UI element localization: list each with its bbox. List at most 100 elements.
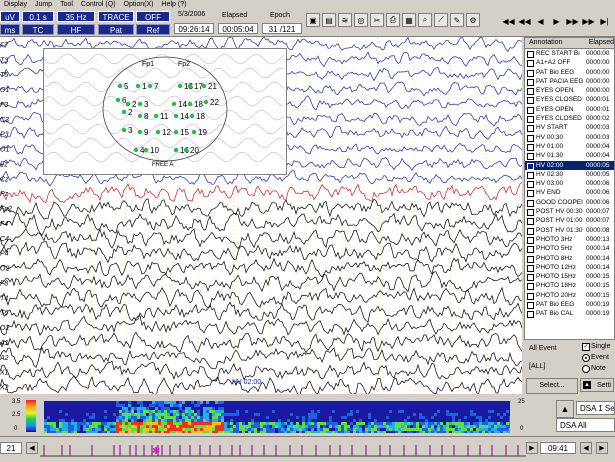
menu-tool[interactable]: Tool [56,0,77,10]
menu-display[interactable]: Display [0,0,31,10]
col-elapsed[interactable]: Elapsed [589,38,614,48]
pat-button[interactable]: Pat [98,24,134,35]
annotation-checkbox[interactable] [527,97,534,105]
annotation-checkbox[interactable] [527,60,534,68]
montage-icon[interactable]: ≋ [338,13,352,27]
ref-button[interactable]: Ref [136,24,170,35]
annotation-row[interactable]: HV 02:30 0000:05 [525,170,614,179]
annotation-row[interactable]: PHOTO 18Hz 0000:15 [525,281,614,291]
annotation-row[interactable]: A1+A2 OFF 0000:00 [525,58,614,68]
annotation-checkbox[interactable] [527,246,534,254]
annotation-checkbox[interactable] [527,302,534,310]
annotation-checkbox[interactable] [527,51,534,58]
hf-filter-box[interactable]: 35 Hz [57,11,95,22]
prev-icon[interactable]: ◀ [534,14,547,28]
timeline-left-icon[interactable]: ◀ [26,442,38,454]
annotation-checkbox[interactable] [527,106,534,114]
menu-jump[interactable]: Jump [31,0,56,10]
annotation-row[interactable]: EYES OPEN 0000:01 [525,105,614,114]
event-radio[interactable] [582,354,590,362]
annotation-row[interactable]: PAT PACIA EEG 0000:00 [525,77,614,86]
annotation-checkbox[interactable] [527,125,534,133]
sensitivity-box[interactable]: uV [0,11,20,22]
annotation-checkbox[interactable] [527,153,534,161]
annotation-row[interactable]: HV END 0000:06 [525,188,614,198]
annotation-checkbox[interactable] [527,218,534,226]
annotation-row[interactable]: HV 02:00 0000:05 [525,160,614,170]
annotation-checkbox[interactable] [527,69,534,77]
grid-icon[interactable]: ▦ [402,13,416,27]
single-checkbox[interactable]: ✓ [582,343,590,351]
timeline-right-icon[interactable]: ▶ [526,442,538,454]
note-radio[interactable] [582,365,590,373]
annotation-checkbox[interactable] [527,311,534,319]
annotation-row[interactable]: EYES OPEN 0000:00 [525,86,614,96]
annotation-checkbox[interactable] [527,236,534,244]
menu-help[interactable]: Help (?) [158,0,191,10]
dsa-up-button[interactable]: ▲ [556,400,574,418]
annotation-checkbox[interactable] [527,181,534,189]
annotation-row[interactable]: POST HV 00:30 0000:07 [525,207,614,217]
forward-icon[interactable]: ▶▶ [566,14,579,28]
annotation-row[interactable]: POST HV 01:30 0000:08 [525,226,614,235]
tc-button[interactable]: TC [22,24,54,35]
annotation-row[interactable]: PHOTO 3Hz 0000:13 [525,235,614,244]
next-icon[interactable]: ▶ [550,14,563,28]
zoom-icon[interactable]: ⌕ [418,13,432,27]
map-icon[interactable]: ◎ [354,13,368,27]
annotation-checkbox[interactable] [527,283,534,291]
annotation-row[interactable]: PHOTO 20Hz 0000:15 [525,291,614,300]
measure-icon[interactable]: ⟋ [434,13,448,27]
annotation-row[interactable]: PHOTO 8Hz 0000:14 [525,254,614,263]
annotation-checkbox[interactable] [527,264,534,272]
annotation-checkbox[interactable] [527,88,534,96]
setting-button[interactable]: ▲ Setti [580,378,614,392]
annotation-checkbox[interactable] [527,292,534,300]
select-button[interactable]: Select... [526,378,578,394]
open-icon[interactable]: ▤ [322,13,336,27]
ms-button[interactable]: ms [0,24,20,35]
off-box[interactable]: OFF [136,11,170,22]
annotation-checkbox[interactable] [527,190,534,198]
annotation-row[interactable]: HV 01:30 0000:04 [525,151,614,161]
rewind-icon[interactable]: ◀◀ [518,14,531,28]
print-icon[interactable]: ⎙ [386,13,400,27]
annotation-list[interactable]: Annotation Elapsed REC START Bi 0000:00 A1… [524,37,615,340]
annotation-row[interactable]: PAT Bio CAL 0000:19 [525,309,614,319]
eeg-trace-panel[interactable]: F7 T3 T5 O1 F3 C3 P3 O1 Fz Cz Pz Fp2 F4 C4 P4 O2 F8 T4 T6 O… [0,37,522,394]
annotation-row[interactable]: EYES CLOSED 0000:01 [525,95,614,105]
annotation-row[interactable]: PAT Bio EEG 0000:19 [525,300,614,310]
annotation-row[interactable]: PAT Bio EEG 0000:00 [525,68,614,77]
cut-icon[interactable]: ✂ [370,13,384,27]
end-icon[interactable]: ▶| [598,14,611,28]
annotation-row[interactable]: HV 01:00 0000:04 [525,142,614,151]
timebase-box[interactable]: 0.1 s [22,11,54,22]
first-icon[interactable]: ◀◀ [502,14,515,28]
menu-option[interactable]: Option(X) [120,0,158,10]
annotation-row[interactable]: PHOTO 12Hz 0000:14 [525,263,614,272]
hf-button[interactable]: HF [57,24,95,35]
timeline-track[interactable]: ✱ [40,439,526,459]
annotation-row[interactable]: HV 00:30 0000:03 [525,133,614,142]
col-annotation[interactable]: Annotation [525,38,589,48]
dsa-select[interactable]: DSA All [556,418,615,432]
annotation-checkbox[interactable] [527,255,534,263]
annotation-checkbox[interactable] [527,209,534,217]
annotation-row[interactable]: EYES CLOSED 0000:02 [525,114,614,124]
electrode-map[interactable]: 5171317216231418222811141839121519410162… [43,48,287,175]
annotation-checkbox[interactable] [527,116,534,124]
annotation-checkbox[interactable] [527,143,534,151]
settings-icon[interactable]: ⚙ [466,13,480,27]
annotation-checkbox[interactable] [527,78,534,86]
last-icon[interactable]: ▶▶ [582,14,595,28]
annotation-row[interactable]: REC START Bi 0000:00 [525,49,614,58]
trace-box[interactable]: TRACE [98,11,134,22]
annotation-checkbox[interactable] [527,171,534,179]
annotation-row[interactable]: PHOTO 5Hz 0000:14 [525,244,614,254]
annotation-row[interactable]: POST HV 01:00 0000:07 [525,216,614,226]
menu-control[interactable]: Control (Q) [77,0,120,10]
annotation-checkbox[interactable] [527,162,534,170]
annotation-row[interactable]: HV START 0000:03 [525,123,614,133]
annotation-checkbox[interactable] [527,199,534,207]
timeline-prev-icon[interactable]: ◀ [580,442,592,454]
